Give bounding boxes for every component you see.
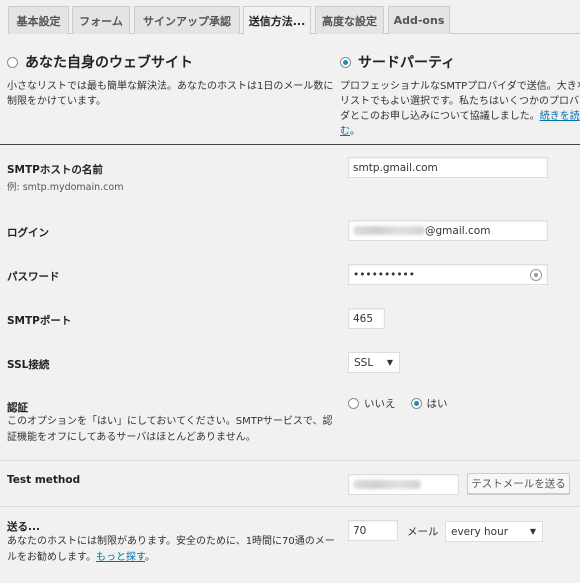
option-own-website[interactable]: あなた自身のウェブサイト: [7, 52, 193, 72]
password-value: ••••••••••: [353, 268, 415, 281]
tab-sending-method[interactable]: 送信方法...: [243, 6, 311, 35]
divider: [0, 144, 580, 145]
auth-yes-radio[interactable]: [410, 398, 422, 409]
chevron-down-icon: ▼: [529, 527, 536, 536]
send-label: 送る...: [7, 521, 40, 533]
tab-basic-settings[interactable]: 基本設定: [8, 6, 69, 34]
tab-advanced-settings[interactable]: 高度な設定: [315, 6, 384, 34]
own-website-title: あなた自身のウェブサイト: [25, 55, 193, 71]
own-website-radio[interactable]: [7, 56, 18, 68]
send-test-email-button[interactable]: テストメールを送る: [467, 473, 570, 494]
third-party-desc-suffix: 。: [350, 126, 360, 137]
separator: [0, 506, 580, 507]
tab-form[interactable]: フォーム: [72, 6, 130, 34]
send-count-value: 70: [353, 524, 367, 537]
tab-add-ons[interactable]: Add-ons: [388, 6, 450, 34]
send-desc-suffix: 。: [145, 552, 155, 563]
third-party-description: プロフェッショナルなSMTPプロバイダで送信。大きなリストでもよい選択です。私た…: [340, 79, 580, 139]
ssl-select[interactable]: SSL ▼: [348, 352, 400, 373]
option-third-party[interactable]: サードパーティ: [340, 52, 455, 72]
smtp-host-label: SMTPホストの名前: [7, 164, 103, 176]
smtp-host-value: smtp.gmail.com: [353, 161, 438, 174]
redacted-username: [353, 226, 425, 235]
ssl-label: SSL接続: [7, 359, 50, 371]
reveal-password-icon[interactable]: [530, 269, 542, 281]
send-frequency-value: every hour: [451, 525, 509, 538]
test-email-input[interactable]: [348, 474, 459, 495]
password-input[interactable]: ••••••••••: [348, 264, 548, 285]
login-domain: @gmail.com: [425, 224, 491, 237]
login-label: ログイン: [7, 227, 49, 239]
ssl-value: SSL: [354, 356, 374, 369]
redacted-test-email: [353, 480, 421, 489]
login-input[interactable]: @gmail.com: [348, 220, 548, 241]
smtp-port-input[interactable]: 465: [348, 308, 385, 329]
smtp-host-hint: 例: smtp.mydomain.com: [7, 182, 124, 193]
send-unit-label: メール: [407, 526, 439, 538]
smtp-port-label: SMTPポート: [7, 315, 72, 327]
send-description: あなたのホストには制限があります。安全のために、1時間に70通のメールをお勧めし…: [7, 534, 337, 566]
chevron-down-icon: ▼: [386, 358, 393, 367]
tab-signup-approval[interactable]: サインアップ承認: [134, 6, 240, 34]
send-count-input[interactable]: 70: [348, 520, 398, 541]
send-frequency-select[interactable]: every hour ▼: [445, 521, 543, 542]
test-method-label: Test method: [7, 474, 81, 486]
send-desc-text: あなたのホストには制限があります。安全のために、1時間に70通のメールをお勧めし…: [7, 536, 335, 563]
learn-more-link[interactable]: もっと探す: [96, 552, 145, 563]
third-party-radio[interactable]: [340, 56, 351, 68]
own-website-description: 小さなリストでは最も簡単な解決法。あなたのホストは1日のメール数に制限をかけてい…: [7, 81, 334, 107]
separator: [0, 460, 580, 461]
auth-description: このオプションを「はい」にしておいてください。SMTPサービスで、認証機能をオフ…: [7, 416, 333, 443]
settings-tabs: 基本設定 フォーム サインアップ承認 送信方法... 高度な設定 Add-ons: [8, 6, 580, 35]
smtp-host-input[interactable]: smtp.gmail.com: [348, 157, 548, 178]
smtp-port-value: 465: [353, 312, 374, 325]
auth-yes-label: はい: [426, 398, 448, 410]
auth-label: 認証: [7, 402, 28, 414]
third-party-title: サードパーティ: [358, 55, 456, 71]
password-label: パスワード: [7, 271, 60, 283]
auth-no-radio[interactable]: [348, 398, 359, 409]
auth-no-label: いいえ: [364, 398, 396, 410]
auth-radio-group: いいえ はい: [348, 396, 448, 411]
